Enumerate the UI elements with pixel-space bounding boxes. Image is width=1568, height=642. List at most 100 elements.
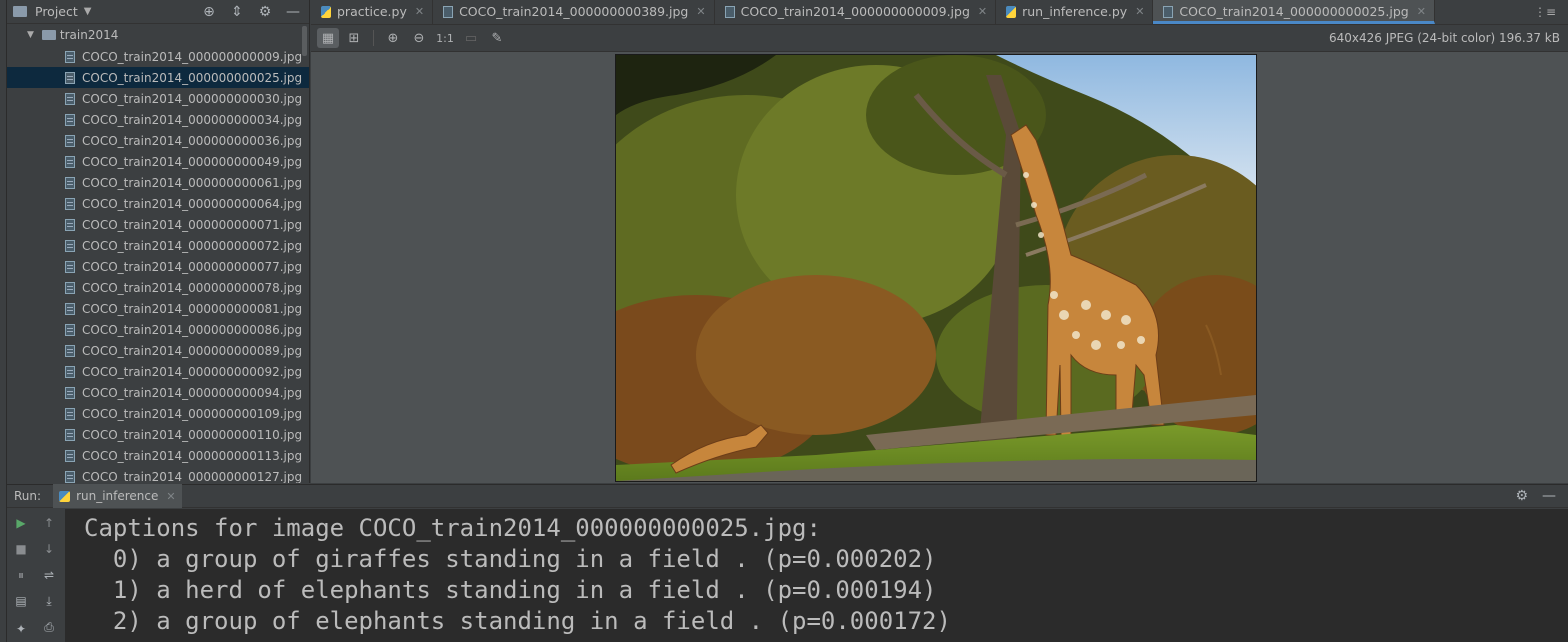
file-item[interactable]: COCO_train2014_000000000025.jpg: [7, 67, 309, 88]
tab-label: COCO_train2014_000000000009.jpg: [740, 4, 970, 19]
close-icon[interactable]: ✕: [1417, 5, 1426, 18]
file-item[interactable]: COCO_train2014_000000000034.jpg: [7, 109, 309, 130]
chessboard-background-icon[interactable]: ▦: [317, 28, 339, 48]
image-file-icon: [724, 5, 735, 18]
editor-tab[interactable]: COCO_train2014_000000000025.jpg ✕: [1153, 0, 1435, 24]
stop-icon[interactable]: ■: [13, 541, 29, 557]
file-item[interactable]: COCO_train2014_000000000094.jpg: [7, 382, 309, 403]
file-item[interactable]: COCO_train2014_000000000071.jpg: [7, 214, 309, 235]
run-label: Run:: [14, 489, 42, 503]
file-label: COCO_train2014_000000000025.jpg: [82, 70, 303, 85]
minimize-icon[interactable]: —: [285, 4, 301, 20]
project-title[interactable]: Project: [35, 4, 78, 19]
image-file-icon: [65, 218, 75, 231]
rerun-icon[interactable]: ▶: [13, 515, 29, 531]
console-text: Captions for image COCO_train2014_000000…: [84, 514, 951, 635]
file-label: COCO_train2014_000000000072.jpg: [82, 238, 303, 253]
file-item[interactable]: COCO_train2014_000000000036.jpg: [7, 130, 309, 151]
file-item[interactable]: COCO_train2014_000000000109.jpg: [7, 403, 309, 424]
tab-label: COCO_train2014_000000000389.jpg: [459, 4, 689, 19]
gear-icon[interactable]: ⚙: [1515, 488, 1528, 504]
image-file-icon: [65, 197, 75, 210]
console-output[interactable]: Captions for image COCO_train2014_000000…: [65, 509, 1568, 642]
color-picker-icon[interactable]: ✎: [486, 28, 508, 48]
file-label: COCO_train2014_000000000034.jpg: [82, 112, 303, 127]
tabs-menu-icon[interactable]: ⋮≡: [1534, 5, 1556, 19]
file-label: COCO_train2014_000000000110.jpg: [82, 427, 303, 442]
tab-label: run_inference.py: [1022, 4, 1128, 19]
file-item[interactable]: COCO_train2014_000000000077.jpg: [7, 256, 309, 277]
image-file-icon: [65, 281, 75, 294]
editor-tab[interactable]: practice.py ✕: [311, 0, 434, 24]
folder-label: train2014: [59, 28, 119, 42]
print-icon[interactable]: ⎙: [41, 619, 57, 635]
close-icon[interactable]: ✕: [1135, 5, 1144, 18]
run-side-toolbar: ▶ ↑ ■ ↓ ⏸ ⇌ ▤ ⤓ ✦ ⎙: [7, 509, 65, 642]
toolbar-divider: [373, 30, 374, 46]
editor-tab[interactable]: COCO_train2014_000000000389.jpg ✕: [433, 0, 715, 24]
pin-icon[interactable]: ✦: [13, 621, 29, 637]
soft-wrap-icon[interactable]: ⇌: [41, 567, 57, 583]
file-label: COCO_train2014_000000000036.jpg: [82, 133, 303, 148]
project-scrollbar[interactable]: [302, 26, 307, 56]
file-label: COCO_train2014_000000000109.jpg: [82, 406, 303, 421]
file-label: COCO_train2014_000000000081.jpg: [82, 301, 303, 316]
file-label: COCO_train2014_000000000061.jpg: [82, 175, 303, 190]
image-canvas: [311, 53, 1568, 483]
file-item[interactable]: COCO_train2014_000000000092.jpg: [7, 361, 309, 382]
file-item[interactable]: COCO_train2014_000000000127.jpg: [7, 466, 309, 483]
file-label: COCO_train2014_000000000064.jpg: [82, 196, 303, 211]
fit-zoom-icon[interactable]: ▭: [460, 28, 482, 48]
run-tab[interactable]: run_inference ✕: [53, 484, 182, 508]
image-file-icon: [65, 323, 75, 336]
close-icon[interactable]: ✕: [978, 5, 987, 18]
actual-size-button[interactable]: 1:1: [434, 28, 456, 48]
image-file-icon: [443, 5, 454, 18]
image-file-icon: [65, 113, 75, 126]
file-item[interactable]: COCO_train2014_000000000072.jpg: [7, 235, 309, 256]
up-arrow-icon[interactable]: ↑: [41, 515, 57, 531]
file-item[interactable]: COCO_train2014_000000000078.jpg: [7, 277, 309, 298]
close-icon[interactable]: ✕: [166, 490, 175, 503]
left-tool-gutter: [0, 0, 7, 642]
locate-icon[interactable]: ⊕: [201, 4, 217, 20]
file-item[interactable]: COCO_train2014_000000000113.jpg: [7, 445, 309, 466]
file-item[interactable]: COCO_train2014_000000000061.jpg: [7, 172, 309, 193]
grid-icon[interactable]: ⊞: [343, 28, 365, 48]
tree-folder-train2014[interactable]: ▼ train2014: [7, 24, 309, 46]
pause-icon[interactable]: ⏸: [13, 567, 29, 583]
collapse-all-icon[interactable]: ⇕: [229, 4, 245, 20]
editor-tab[interactable]: run_inference.py ✕: [996, 0, 1154, 24]
file-label: COCO_train2014_000000000030.jpg: [82, 91, 303, 106]
file-item[interactable]: COCO_train2014_000000000086.jpg: [7, 319, 309, 340]
down-arrow-icon[interactable]: ↓: [41, 541, 57, 557]
zoom-out-icon[interactable]: ⊖: [408, 28, 430, 48]
gear-icon[interactable]: ⚙: [257, 4, 273, 20]
file-item[interactable]: COCO_train2014_000000000009.jpg: [7, 46, 309, 67]
file-item[interactable]: COCO_train2014_000000000064.jpg: [7, 193, 309, 214]
file-item[interactable]: COCO_train2014_000000000030.jpg: [7, 88, 309, 109]
close-icon[interactable]: ✕: [696, 5, 705, 18]
project-panel: Project ▼ ⊕ ⇕ ⚙ — ▼ train2014 COCO_train…: [7, 0, 310, 483]
image-file-icon: [65, 344, 75, 357]
file-item[interactable]: COCO_train2014_000000000089.jpg: [7, 340, 309, 361]
image-file-icon: [65, 134, 75, 147]
zoom-in-icon[interactable]: ⊕: [382, 28, 404, 48]
image-file-icon: [65, 92, 75, 105]
layout-icon[interactable]: ▤: [13, 593, 29, 609]
editor-tab[interactable]: COCO_train2014_000000000009.jpg ✕: [715, 0, 997, 24]
file-item[interactable]: COCO_train2014_000000000049.jpg: [7, 151, 309, 172]
file-label: COCO_train2014_000000000009.jpg: [82, 49, 303, 64]
file-item[interactable]: COCO_train2014_000000000081.jpg: [7, 298, 309, 319]
folder-icon: [41, 30, 56, 40]
image-file-icon: [65, 71, 75, 84]
file-item[interactable]: COCO_train2014_000000000110.jpg: [7, 424, 309, 445]
file-label: COCO_train2014_000000000077.jpg: [82, 259, 303, 274]
file-label: COCO_train2014_000000000049.jpg: [82, 154, 303, 169]
chevron-down-icon[interactable]: ▼: [27, 30, 34, 40]
scroll-to-end-icon[interactable]: ⤓: [41, 593, 57, 609]
chevron-down-icon[interactable]: ▼: [84, 6, 92, 17]
close-icon[interactable]: ✕: [415, 5, 424, 18]
minimize-icon[interactable]: —: [1542, 488, 1556, 504]
image-file-icon: [65, 407, 75, 420]
